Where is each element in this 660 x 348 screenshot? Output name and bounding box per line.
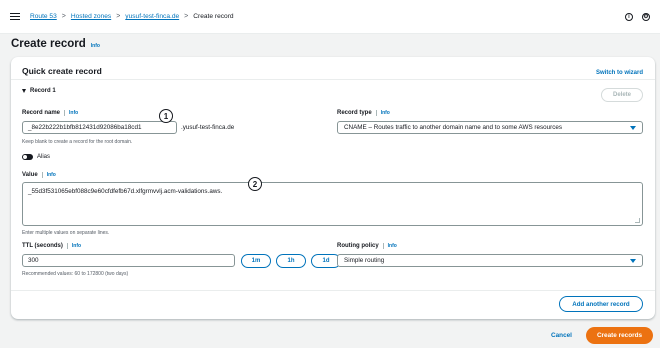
routing-policy-value: Simple routing	[344, 257, 385, 264]
ttl-hint: Recommended values: 60 to 172800 (two da…	[22, 271, 129, 277]
chevron-right-icon: >	[61, 13, 66, 20]
value-label-text: Value	[22, 172, 38, 178]
resize-handle-icon[interactable]	[635, 218, 640, 223]
page-title: Create record Info	[11, 38, 100, 50]
record-name-suffix: .yusuf-test-finca.de	[181, 124, 235, 131]
ttl-preset-1m-button[interactable]: 1m	[241, 254, 271, 268]
record-name-info-link[interactable]: Info	[69, 110, 78, 116]
alias-toggle[interactable]: Alias	[22, 154, 50, 160]
info-icon[interactable]: i	[625, 12, 633, 21]
page-heading: Create record	[11, 38, 86, 50]
annotation-marker-2: 2	[248, 177, 262, 191]
ttl-info-link[interactable]: Info	[72, 243, 81, 249]
page-info-link[interactable]: Info	[91, 43, 100, 49]
routing-policy-label-text: Routing policy	[337, 243, 379, 249]
chevron-right-icon: >	[116, 13, 121, 20]
breadcrumb-zone[interactable]: yusuf-test-finca.de	[125, 13, 179, 20]
value-label: Value Info	[22, 172, 56, 178]
ttl-label: TTL (seconds) Info	[22, 243, 81, 249]
annotation-marker-1: 1	[159, 109, 173, 123]
routing-policy-info-link[interactable]: Info	[388, 243, 397, 249]
top-navigation-bar: Route 53 > Hosted zones > yusuf-test-fin…	[0, 0, 660, 34]
value-textarea[interactable]: _55d3f531065ebf088c9e60cfdfefb67d.xlfgrm…	[22, 182, 643, 226]
menu-icon[interactable]	[10, 12, 20, 21]
caret-down-icon	[630, 258, 636, 263]
breadcrumb: Route 53 > Hosted zones > yusuf-test-fin…	[30, 13, 234, 20]
quick-create-card: Quick create record Switch to wizard Rec…	[11, 57, 655, 319]
breadcrumb-hosted-zones[interactable]: Hosted zones	[71, 13, 111, 20]
settings-icon[interactable]: ⚙	[642, 12, 650, 21]
record-type-value: CNAME – Routes traffic to another domain…	[344, 124, 563, 131]
record-section: Record 1 Delete Record name Info _8e22b2…	[11, 79, 655, 291]
create-records-button[interactable]: Create records	[586, 327, 653, 344]
caret-down-icon	[22, 89, 26, 93]
caret-down-icon	[630, 125, 636, 130]
breadcrumb-route53[interactable]: Route 53	[30, 13, 57, 20]
routing-policy-label: Routing policy Info	[337, 243, 397, 249]
switch-to-wizard-link[interactable]: Switch to wizard	[596, 70, 643, 76]
record-type-select[interactable]: CNAME – Routes traffic to another domain…	[337, 121, 643, 134]
chevron-right-icon: >	[184, 13, 189, 20]
breadcrumb-current: Create record	[193, 13, 234, 20]
record-name-label-text: Record name	[22, 110, 61, 116]
record-name-input[interactable]: _8e22b222b1bfb812431d92086ba18cd1	[22, 121, 177, 134]
delete-button[interactable]: Delete	[601, 88, 643, 102]
routing-policy-select[interactable]: Simple routing	[337, 254, 643, 267]
record-type-info-link[interactable]: Info	[381, 110, 390, 116]
toggle-switch-icon	[22, 154, 33, 160]
record-1-label: Record 1	[30, 88, 56, 94]
ttl-label-text: TTL (seconds)	[22, 243, 63, 249]
record-1-expander[interactable]: Record 1	[22, 88, 56, 94]
record-name-label: Record name Info	[22, 110, 78, 116]
value-text: _55d3f531065ebf088c9e60cfdfefb67d.xlfgrm…	[28, 188, 223, 195]
value-info-link[interactable]: Info	[47, 172, 56, 178]
ttl-input[interactable]: 300	[22, 254, 235, 267]
card-title: Quick create record	[22, 66, 102, 76]
cancel-button[interactable]: Cancel	[551, 332, 572, 339]
value-hint: Enter multiple values on separate lines.	[22, 230, 110, 236]
record-type-label-text: Record type	[337, 110, 372, 116]
alias-label: Alias	[37, 154, 51, 160]
record-name-hint: Keep blank to create a record for the ro…	[22, 139, 133, 145]
ttl-preset-1h-button[interactable]: 1h	[276, 254, 306, 268]
add-another-record-button[interactable]: Add another record	[559, 296, 643, 312]
record-type-label: Record type Info	[337, 110, 390, 116]
